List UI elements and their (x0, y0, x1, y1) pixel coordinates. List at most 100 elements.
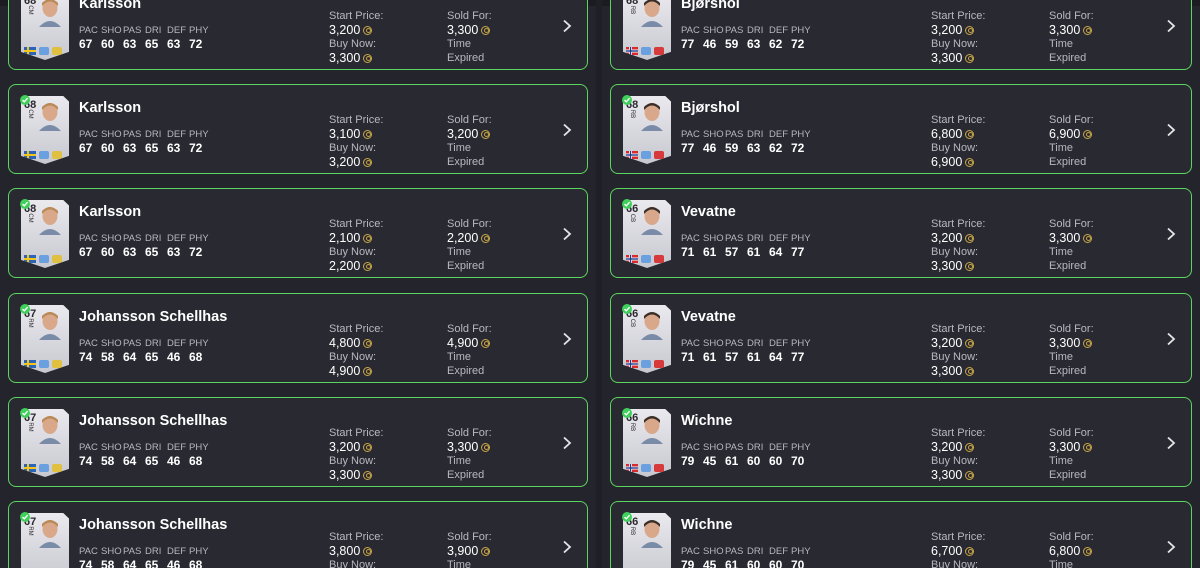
card-flags (626, 563, 664, 568)
chevron-right-icon[interactable] (561, 540, 573, 554)
player-name: Johansson Schellhas (79, 413, 228, 429)
time-label: Time (1049, 351, 1074, 363)
buy-now-value: 3,300 (931, 364, 1041, 378)
transfer-listing-item[interactable]: 67 RM Johansson Schellhas PAC SHO PAS DRI DEF PH… (8, 293, 588, 383)
nation-flag-icon (626, 563, 638, 568)
league-icon (39, 151, 49, 159)
player-card: 67 RM (21, 409, 69, 477)
chevron-right-icon[interactable] (561, 332, 573, 346)
chevron-right-icon[interactable] (1165, 332, 1177, 346)
buy-now-label: Buy Now: (329, 38, 377, 50)
sold-for-value: 3,300 (1049, 23, 1159, 37)
sold-block: Sold For: 3,300 Time Expired (1049, 322, 1159, 378)
nation-flag-icon (24, 42, 36, 60)
buy-now-label: Buy Now: (931, 455, 979, 467)
check-icon (20, 304, 30, 314)
club-badge-icon (654, 464, 664, 472)
coin-icon (1083, 546, 1093, 556)
expired-status: Expired (447, 469, 485, 481)
chevron-right-icon[interactable] (1165, 227, 1177, 241)
card-flags (626, 42, 664, 60)
stat-labels: PAC SHO PAS DRI DEF PHY (681, 129, 811, 140)
transfer-listing-item[interactable]: 68 RB Bjørshol PAC SHO PAS DRI DEF PHY 77 46 59 63 62… (610, 0, 1192, 70)
coin-icon (1083, 442, 1093, 452)
sold-block: Sold For: 3,200 Time Expired (447, 113, 557, 169)
stat-values: 79 45 61 60 60 70 (681, 454, 805, 468)
card-flags (626, 250, 664, 268)
time-label: Time (447, 142, 472, 154)
chevron-right-icon[interactable] (1165, 123, 1177, 137)
sold-block: Sold For:3,900TimeExpired (447, 530, 557, 568)
card-position: RM (27, 526, 33, 536)
sold-for-label: Sold For: (447, 531, 492, 543)
transfer-listing-item[interactable]: 68 CM Karlsson PAC SHO PAS DRI DEF PHY 67 60 63 65 63… (8, 84, 588, 174)
sold-for-value: 6,800 (1049, 544, 1159, 558)
sold-for-value: 3,900 (447, 544, 557, 558)
transfer-listing-item[interactable]: 66 RB Wichne PAC SHO PAS DRI DEF PHY 79 45 61 60 60 70… (610, 501, 1192, 568)
coin-icon (965, 366, 975, 376)
club-badge-icon (654, 47, 664, 55)
sold-for-label: Sold For: (447, 114, 492, 126)
card-flags (24, 563, 62, 568)
check-icon (20, 408, 30, 418)
player-face-icon (39, 207, 61, 235)
sold-for-label: Sold For: (447, 218, 492, 230)
transfer-listing-item[interactable]: 66 CB Vevatne PAC SHO PAS DRI DEF PHY 71 61 57 61 64 7… (610, 188, 1192, 278)
expired-status: Expired (1049, 52, 1087, 64)
chevron-right-icon[interactable] (561, 227, 573, 241)
player-card: 68 CM (21, 0, 69, 60)
player-name: Bjørshol (681, 0, 740, 12)
start-price-label: Start Price: (931, 531, 986, 543)
chevron-right-icon[interactable] (561, 19, 573, 33)
stat-values: 67 60 63 65 63 72 (79, 245, 203, 259)
chevron-right-icon[interactable] (561, 436, 573, 450)
sold-block: Sold For: 3,300 Time Expired (447, 426, 557, 482)
start-price-label: Start Price: (329, 531, 384, 543)
buy-now-value: 2,200 (329, 259, 439, 273)
transfer-listing-item[interactable]: 68 CM Karlsson PAC SHO PAS DRI DEF PHY 67 60 63 65 63… (8, 0, 588, 70)
player-card: 67 RM (21, 305, 69, 373)
card-position: CM (27, 109, 33, 119)
league-icon (641, 255, 651, 263)
time-label: Time (1049, 559, 1074, 568)
price-block: Start Price: 3,200 Buy Now: 3,300 (329, 9, 439, 65)
stat-values: 71 61 57 61 64 77 (681, 350, 805, 364)
buy-now-label: Buy Now: (329, 559, 377, 568)
start-price-value: 3,800 (329, 544, 439, 558)
start-price-value: 2,100 (329, 231, 439, 245)
transfer-listing-item[interactable]: 67 RM Johansson Schellhas PAC SHO PAS DRI DEF PH… (8, 397, 588, 487)
transfer-listing-item[interactable]: 67 RM Johansson Schellhas PAC SHO PAS DRI DEF PH… (8, 501, 588, 568)
stat-values: 67 60 63 65 63 72 (79, 141, 203, 155)
sold-for-label: Sold For: (1049, 427, 1094, 439)
chevron-right-icon[interactable] (1165, 540, 1177, 554)
time-label: Time (1049, 38, 1074, 50)
league-icon (39, 464, 49, 472)
chevron-right-icon[interactable] (561, 123, 573, 137)
start-price-label: Start Price: (329, 114, 384, 126)
stat-labels: PAC SHO PAS DRI DEF PHY (79, 338, 209, 349)
sold-for-label: Sold For: (1049, 10, 1094, 22)
transfer-listing-item[interactable]: 66 RB Wichne PAC SHO PAS DRI DEF PHY 79 45 61 60 60 70… (610, 397, 1192, 487)
price-block: Start Price: 4,800 Buy Now: 4,900 (329, 322, 439, 378)
transfer-listing-item[interactable]: 68 RB Bjørshol PAC SHO PAS DRI DEF PHY 77 46 59 63 62… (610, 84, 1192, 174)
card-flags (24, 146, 62, 164)
price-block: Start Price: 3,200 Buy Now: 3,300 (931, 322, 1041, 378)
coin-icon (1083, 129, 1093, 139)
card-position: RB (629, 526, 635, 536)
start-price-value: 3,200 (931, 336, 1041, 350)
transfer-listing-item[interactable]: 66 CB Vevatne PAC SHO PAS DRI DEF PHY 71 61 57 61 64 7… (610, 293, 1192, 383)
chevron-right-icon[interactable] (1165, 436, 1177, 450)
player-card: 66 RB (623, 513, 671, 568)
transfer-listing-item[interactable]: 68 CM Karlsson PAC SHO PAS DRI DEF PHY 67 60 63 65 63… (8, 188, 588, 278)
expired-status: Expired (1049, 469, 1087, 481)
time-label: Time (1049, 246, 1074, 258)
sold-block: Sold For: 6,900 Time Expired (1049, 113, 1159, 169)
chevron-right-icon[interactable] (1165, 19, 1177, 33)
sold-for-label: Sold For: (447, 10, 492, 22)
buy-now-value: 3,300 (329, 51, 439, 65)
coin-icon (1083, 233, 1093, 243)
nation-flag-icon (24, 146, 36, 164)
price-block: Start Price: 6,800 Buy Now: 6,900 (931, 113, 1041, 169)
time-label: Time (1049, 455, 1074, 467)
start-price-label: Start Price: (931, 323, 986, 335)
